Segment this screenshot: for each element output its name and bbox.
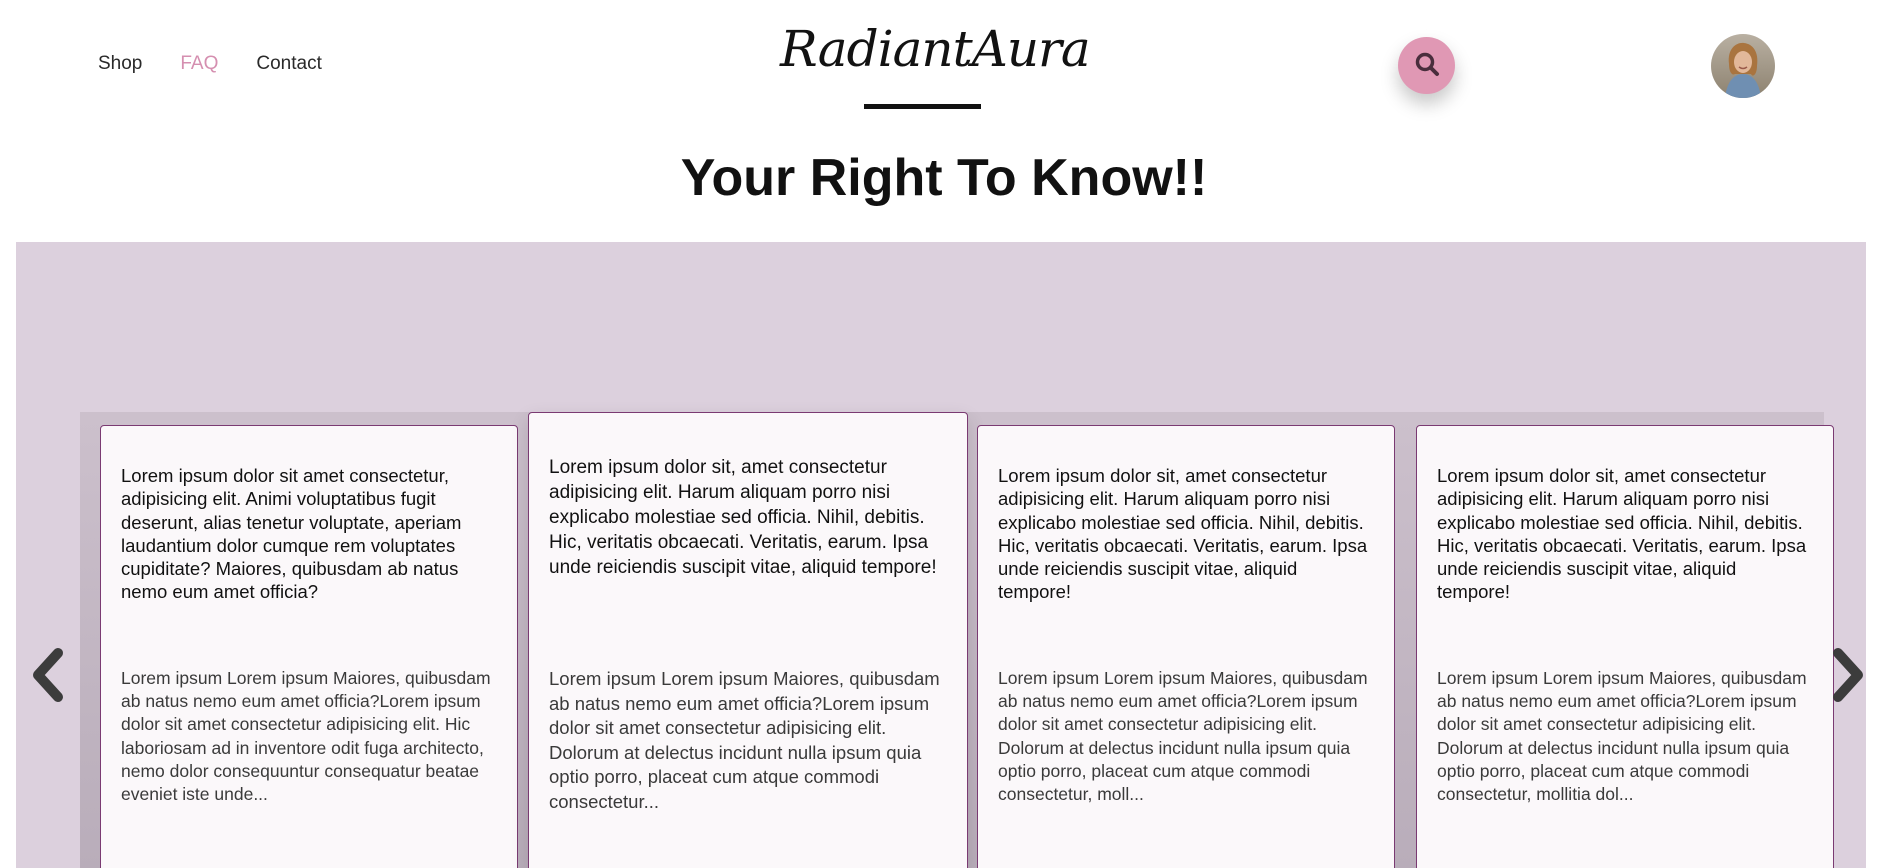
chevron-right-icon (1830, 647, 1866, 707)
faq-card[interactable]: Lorem ipsum dolor sit, amet consectetur … (977, 425, 1395, 868)
nav-contact-link[interactable]: Contact (256, 53, 321, 75)
faq-answer: Lorem ipsum Lorem ipsum Maiores, quibusd… (998, 668, 1368, 805)
faq-card[interactable]: Lorem ipsum dolor sit, amet consectetur … (528, 412, 968, 868)
faq-question: Lorem ipsum dolor sit, amet consectetur … (1437, 465, 1807, 603)
brand-logo[interactable]: RadiantAura (780, 20, 1091, 78)
main-nav: Shop FAQ Contact (98, 53, 322, 75)
faq-card[interactable]: Lorem ipsum dolor sit, amet consectetur … (1416, 425, 1834, 868)
nav-faq-link[interactable]: FAQ (180, 53, 218, 75)
page-title: Your Right To Know!! (680, 149, 1208, 207)
faq-answer: Lorem ipsum Lorem ipsum Maiores, quibusd… (549, 668, 940, 812)
logo-underline (864, 104, 981, 109)
faq-question: Lorem ipsum dolor sit, amet consectetur … (549, 457, 937, 578)
carousel-next-button[interactable] (1826, 642, 1870, 712)
page: Shop FAQ Contact RadiantAura Your Right … (0, 0, 1888, 868)
nav-shop-link[interactable]: Shop (98, 53, 142, 75)
faq-answer: Lorem ipsum Lorem ipsum Maiores, quibusd… (1437, 668, 1807, 805)
search-icon (1414, 51, 1440, 81)
search-button[interactable] (1398, 37, 1455, 94)
faq-card[interactable]: Lorem ipsum dolor sit amet consectetur, … (100, 425, 518, 868)
carousel-prev-button[interactable] (26, 642, 70, 712)
faq-answer: Lorem ipsum Lorem ipsum Maiores, quibusd… (121, 668, 491, 805)
faq-carousel: Lorem ipsum dolor sit amet consectetur, … (16, 242, 1866, 868)
faq-question: Lorem ipsum dolor sit, amet consectetur … (998, 465, 1368, 603)
chevron-left-icon (30, 647, 66, 707)
faq-question: Lorem ipsum dolor sit amet consectetur, … (121, 465, 462, 603)
user-avatar[interactable] (1711, 34, 1775, 98)
